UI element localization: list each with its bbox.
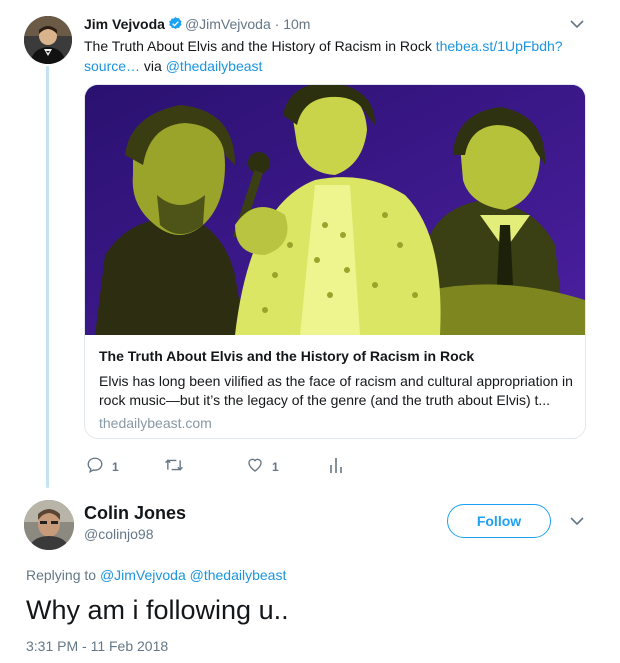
author-handle[interactable]: @JimVejvoda xyxy=(185,16,271,32)
like-icon[interactable] xyxy=(246,456,264,477)
card-image[interactable] xyxy=(85,85,585,335)
card-body: The Truth About Elvis and the History of… xyxy=(99,347,574,431)
retweet-icon[interactable] xyxy=(164,456,184,477)
avatar-jim-vejvoda[interactable] xyxy=(24,16,72,64)
tweet-body: The Truth About Elvis and the History of… xyxy=(84,38,432,54)
reply-action[interactable]: 1 xyxy=(86,456,119,477)
reply-icon[interactable] xyxy=(86,456,104,477)
analytics-action[interactable] xyxy=(328,456,344,477)
reply-author-handle[interactable]: @colinjo98 xyxy=(84,526,153,542)
tweet-header: Jim Vejvoda @JimVejvoda · 10m xyxy=(84,15,310,35)
reply-author-name[interactable]: Colin Jones xyxy=(84,502,186,524)
tweet-actions: 1 1 xyxy=(86,456,386,478)
replying-to: Replying to @JimVejvoda @thedailybeast xyxy=(26,567,286,583)
like-count: 1 xyxy=(272,459,279,474)
card-title[interactable]: The Truth About Elvis and the History of… xyxy=(99,347,574,366)
parent-tweet[interactable]: Jim Vejvoda @JimVejvoda · 10m The Truth A… xyxy=(0,0,620,490)
author-name[interactable]: Jim Vejvoda xyxy=(84,16,165,32)
tweet-time[interactable]: 10m xyxy=(283,16,310,32)
like-action[interactable]: 1 xyxy=(246,456,279,477)
replying-to-label: Replying to xyxy=(26,567,97,583)
chevron-down-icon[interactable] xyxy=(568,17,586,36)
analytics-icon[interactable] xyxy=(328,456,344,477)
card-description: Elvis has long been vilified as the face… xyxy=(99,373,573,408)
follow-button[interactable]: Follow xyxy=(447,504,551,538)
time-separator: · xyxy=(274,16,280,32)
reply-count: 1 xyxy=(112,459,119,474)
replying-to-mentions[interactable]: @JimVejvoda @thedailybeast xyxy=(100,567,286,583)
reply-timestamp[interactable]: 3:31 PM - 11 Feb 2018 xyxy=(26,638,168,654)
avatar-colin-jones[interactable] xyxy=(24,500,74,550)
chevron-down-icon[interactable] xyxy=(568,514,586,533)
mention-link[interactable]: @thedailybeast xyxy=(166,58,263,74)
verified-badge-icon xyxy=(168,16,183,35)
link-card[interactable]: The Truth About Elvis and the History of… xyxy=(84,84,586,439)
card-domain: thedailybeast.com xyxy=(99,415,212,431)
retweet-action[interactable] xyxy=(164,456,192,477)
via-label: via xyxy=(143,58,162,74)
tweet-text: The Truth About Elvis and the History of… xyxy=(84,36,589,76)
reply-text: Why am i following u.. xyxy=(26,595,289,625)
